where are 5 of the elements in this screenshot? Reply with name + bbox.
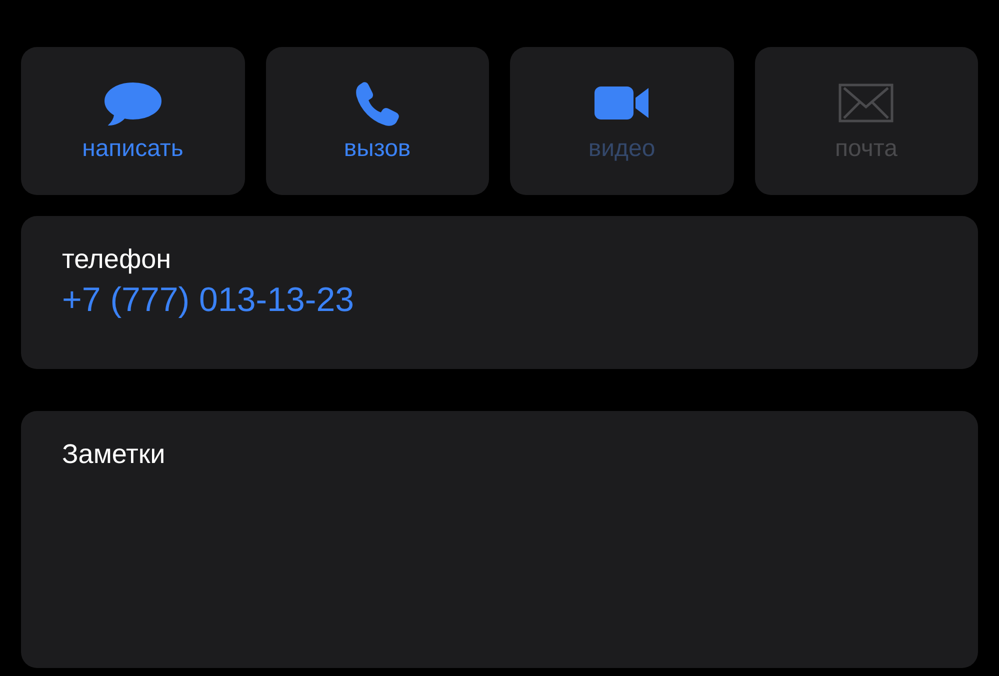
call-action-button[interactable]: вызов <box>266 47 489 195</box>
notes-label: Заметки <box>62 439 166 470</box>
phone-label: телефон <box>62 244 172 275</box>
message-action-button[interactable]: написать <box>21 47 244 195</box>
phone-number-link[interactable]: +7 (777) 013-13-23 <box>62 281 354 320</box>
